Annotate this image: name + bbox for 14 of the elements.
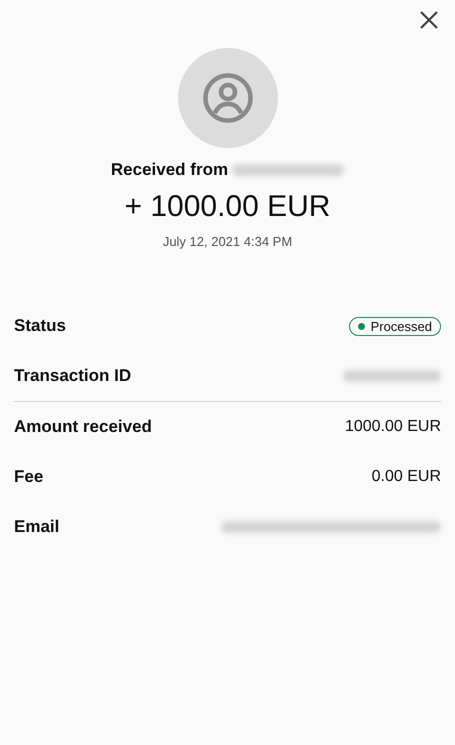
- field-label: Amount received: [14, 417, 152, 437]
- field-label: Transaction ID: [14, 366, 132, 386]
- amount: + 1000.00 EUR: [124, 190, 330, 224]
- field-label: Status: [14, 316, 66, 336]
- close-icon: [420, 11, 438, 29]
- field-label: Fee: [14, 467, 44, 487]
- received-from-label: Received from: [110, 160, 228, 180]
- field-label: Email: [14, 517, 60, 537]
- date: July 12, 2021 4:34 PM: [162, 234, 292, 249]
- close-button[interactable]: [419, 10, 439, 30]
- field-value: 1000.00 EUR: [344, 418, 441, 436]
- user-icon: [202, 72, 254, 124]
- field-value: 0.00 EUR: [372, 468, 441, 486]
- status-text: Processed: [370, 318, 432, 334]
